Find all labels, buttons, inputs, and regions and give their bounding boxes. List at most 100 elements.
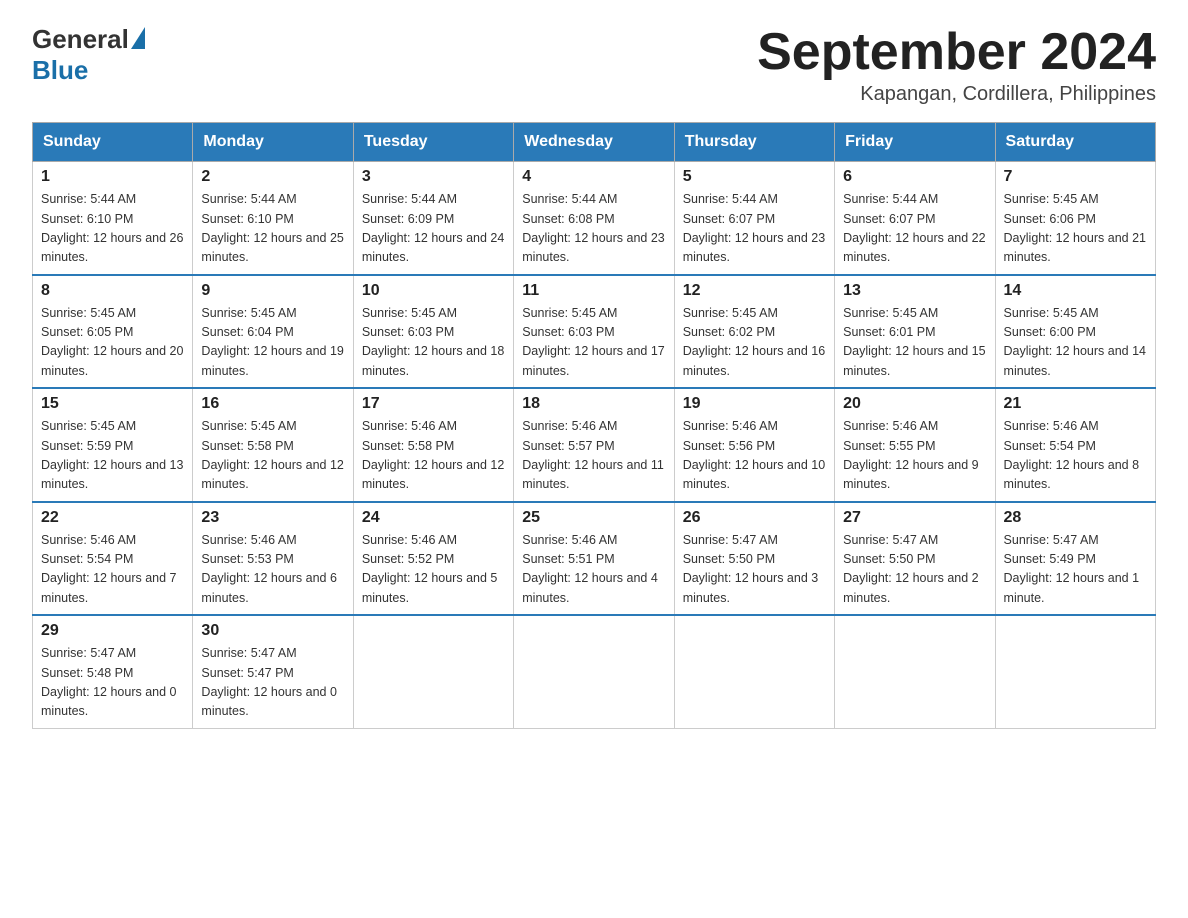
table-row: 9 Sunrise: 5:45 AMSunset: 6:04 PMDaylight… (193, 275, 353, 389)
day-number: 11 (522, 282, 665, 300)
col-friday: Friday (835, 123, 995, 162)
day-number: 15 (41, 395, 184, 413)
day-number: 1 (41, 168, 184, 186)
table-row: 14Sunrise: 5:45 AMSunset: 6:00 PMDayligh… (995, 275, 1155, 389)
table-row: 15 Sunrise: 5:45 AMSunset: 5:59 PMDayligh… (33, 388, 193, 502)
day-number: 20 (843, 395, 986, 413)
table-row: 16Sunrise: 5:45 AMSunset: 5:58 PMDayligh… (193, 388, 353, 502)
page-header: General Blue September 2024 Kapangan, Co… (32, 24, 1156, 106)
col-monday: Monday (193, 123, 353, 162)
table-row: 6Sunrise: 5:44 AMSunset: 6:07 PMDaylight… (835, 162, 995, 275)
day-info: Sunrise: 5:45 AMSunset: 6:03 PMDaylight:… (362, 304, 505, 382)
day-number: 19 (683, 395, 826, 413)
day-info: Sunrise: 5:46 AMSunset: 5:55 PMDaylight:… (843, 417, 986, 495)
table-row: 12 Sunrise: 5:45 AMSunset: 6:02 PMDayligh… (674, 275, 834, 389)
day-info: Sunrise: 5:46 AMSunset: 5:53 PMDaylight:… (201, 531, 344, 609)
day-number: 9 (201, 282, 344, 300)
col-thursday: Thursday (674, 123, 834, 162)
table-row: 18 Sunrise: 5:46 AMSunset: 5:57 PMDayligh… (514, 388, 674, 502)
day-info: Sunrise: 5:44 AMSunset: 6:07 PMDaylight:… (683, 190, 826, 268)
table-row (674, 615, 834, 728)
day-number: 24 (362, 509, 505, 527)
table-row: 7 Sunrise: 5:45 AMSunset: 6:06 PMDaylight… (995, 162, 1155, 275)
day-number: 4 (522, 168, 665, 186)
table-row: 11 Sunrise: 5:45 AMSunset: 6:03 PMDayligh… (514, 275, 674, 389)
day-number: 29 (41, 622, 184, 640)
logo-general-text: General (32, 24, 129, 55)
day-info: Sunrise: 5:45 AMSunset: 6:01 PMDaylight:… (843, 304, 986, 382)
day-info: Sunrise: 5:44 AMSunset: 6:09 PMDaylight:… (362, 190, 505, 268)
table-row: 21 Sunrise: 5:46 AMSunset: 5:54 PMDayligh… (995, 388, 1155, 502)
table-row: 17 Sunrise: 5:46 AMSunset: 5:58 PMDayligh… (353, 388, 513, 502)
page-subtitle: Kapangan, Cordillera, Philippines (757, 83, 1156, 106)
col-sunday: Sunday (33, 123, 193, 162)
title-block: September 2024 Kapangan, Cordillera, Phi… (757, 24, 1156, 106)
col-saturday: Saturday (995, 123, 1155, 162)
day-info: Sunrise: 5:45 AMSunset: 6:06 PMDaylight:… (1004, 190, 1147, 268)
day-number: 22 (41, 509, 184, 527)
day-number: 8 (41, 282, 184, 300)
day-number: 21 (1004, 395, 1147, 413)
table-row: 4 Sunrise: 5:44 AMSunset: 6:08 PMDaylight… (514, 162, 674, 275)
table-row: 30 Sunrise: 5:47 AMSunset: 5:47 PMDayligh… (193, 615, 353, 728)
day-info: Sunrise: 5:45 AMSunset: 5:58 PMDaylight:… (201, 417, 344, 495)
day-info: Sunrise: 5:45 AMSunset: 6:05 PMDaylight:… (41, 304, 184, 382)
day-number: 3 (362, 168, 505, 186)
day-info: Sunrise: 5:46 AMSunset: 5:58 PMDaylight:… (362, 417, 505, 495)
table-row: 19 Sunrise: 5:46 AMSunset: 5:56 PMDayligh… (674, 388, 834, 502)
day-number: 10 (362, 282, 505, 300)
day-info: Sunrise: 5:44 AMSunset: 6:10 PMDaylight:… (41, 190, 184, 268)
day-info: Sunrise: 5:45 AMSunset: 6:04 PMDaylight:… (201, 304, 344, 382)
table-row (835, 615, 995, 728)
day-info: Sunrise: 5:46 AMSunset: 5:54 PMDaylight:… (1004, 417, 1147, 495)
calendar-week-row: 1 Sunrise: 5:44 AMSunset: 6:10 PMDaylight… (33, 162, 1156, 275)
day-info: Sunrise: 5:47 AMSunset: 5:47 PMDaylight:… (201, 644, 344, 722)
table-row (995, 615, 1155, 728)
day-info: Sunrise: 5:45 AMSunset: 6:03 PMDaylight:… (522, 304, 665, 382)
day-number: 13 (843, 282, 986, 300)
table-row (514, 615, 674, 728)
logo-blue-text: Blue (32, 55, 145, 86)
table-row (353, 615, 513, 728)
day-info: Sunrise: 5:46 AMSunset: 5:54 PMDaylight:… (41, 531, 184, 609)
table-row: 5Sunrise: 5:44 AMSunset: 6:07 PMDaylight… (674, 162, 834, 275)
calendar-week-row: 8 Sunrise: 5:45 AMSunset: 6:05 PMDaylight… (33, 275, 1156, 389)
table-row: 26 Sunrise: 5:47 AMSunset: 5:50 PMDayligh… (674, 502, 834, 616)
day-number: 12 (683, 282, 826, 300)
table-row: 1 Sunrise: 5:44 AMSunset: 6:10 PMDaylight… (33, 162, 193, 275)
day-number: 30 (201, 622, 344, 640)
table-row: 27Sunrise: 5:47 AMSunset: 5:50 PMDayligh… (835, 502, 995, 616)
day-info: Sunrise: 5:44 AMSunset: 6:07 PMDaylight:… (843, 190, 986, 268)
page-title: September 2024 (757, 24, 1156, 81)
table-row: 13 Sunrise: 5:45 AMSunset: 6:01 PMDayligh… (835, 275, 995, 389)
table-row: 29 Sunrise: 5:47 AMSunset: 5:48 PMDayligh… (33, 615, 193, 728)
table-row: 28Sunrise: 5:47 AMSunset: 5:49 PMDayligh… (995, 502, 1155, 616)
calendar-week-row: 15 Sunrise: 5:45 AMSunset: 5:59 PMDayligh… (33, 388, 1156, 502)
table-row: 8 Sunrise: 5:45 AMSunset: 6:05 PMDaylight… (33, 275, 193, 389)
day-number: 26 (683, 509, 826, 527)
day-number: 7 (1004, 168, 1147, 186)
day-number: 18 (522, 395, 665, 413)
calendar-week-row: 29 Sunrise: 5:47 AMSunset: 5:48 PMDayligh… (33, 615, 1156, 728)
day-info: Sunrise: 5:46 AMSunset: 5:57 PMDaylight:… (522, 417, 665, 495)
day-number: 23 (201, 509, 344, 527)
day-number: 2 (201, 168, 344, 186)
day-info: Sunrise: 5:45 AMSunset: 5:59 PMDaylight:… (41, 417, 184, 495)
calendar-header-row: Sunday Monday Tuesday Wednesday Thursday… (33, 123, 1156, 162)
day-number: 27 (843, 509, 986, 527)
day-number: 17 (362, 395, 505, 413)
day-info: Sunrise: 5:46 AMSunset: 5:56 PMDaylight:… (683, 417, 826, 495)
table-row: 25Sunrise: 5:46 AMSunset: 5:51 PMDayligh… (514, 502, 674, 616)
day-info: Sunrise: 5:46 AMSunset: 5:51 PMDaylight:… (522, 531, 665, 609)
table-row: 10 Sunrise: 5:45 AMSunset: 6:03 PMDayligh… (353, 275, 513, 389)
col-wednesday: Wednesday (514, 123, 674, 162)
table-row: 23 Sunrise: 5:46 AMSunset: 5:53 PMDayligh… (193, 502, 353, 616)
table-row: 24Sunrise: 5:46 AMSunset: 5:52 PMDayligh… (353, 502, 513, 616)
day-info: Sunrise: 5:45 AMSunset: 6:00 PMDaylight:… (1004, 304, 1147, 382)
day-info: Sunrise: 5:47 AMSunset: 5:50 PMDaylight:… (683, 531, 826, 609)
day-info: Sunrise: 5:44 AMSunset: 6:08 PMDaylight:… (522, 190, 665, 268)
table-row: 2Sunrise: 5:44 AMSunset: 6:10 PMDaylight… (193, 162, 353, 275)
table-row: 22 Sunrise: 5:46 AMSunset: 5:54 PMDayligh… (33, 502, 193, 616)
day-info: Sunrise: 5:47 AMSunset: 5:48 PMDaylight:… (41, 644, 184, 722)
day-info: Sunrise: 5:45 AMSunset: 6:02 PMDaylight:… (683, 304, 826, 382)
